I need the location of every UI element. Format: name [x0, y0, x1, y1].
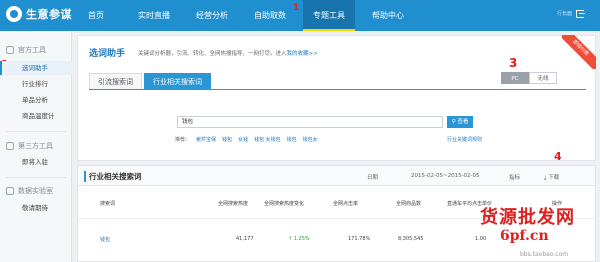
tab-traffic-keywords[interactable]: 引流搜索词: [89, 73, 142, 89]
suggestion-item[interactable]: 钱包女: [303, 137, 318, 143]
paid-soon-badge: 即将付费: [562, 35, 596, 69]
annotation-1: 1: [293, 3, 300, 13]
download-button[interactable]: ⤓ 下载: [544, 173, 559, 182]
related-header: 行业相关搜索词 日期 2015-02-05~2015-02-05 指标 ⤓ 下载: [78, 166, 595, 186]
search-input[interactable]: 钱包: [177, 116, 443, 128]
sidebar-section-data-lab: 数据实验室: [6, 186, 53, 196]
keyword-rules-link[interactable]: 行业关键词规则: [447, 136, 482, 143]
table-cell-heat: 41,177: [236, 236, 254, 242]
table-cell-change: ↑ 1.25%: [288, 236, 310, 242]
suggestion-item[interactable]: 钱包: [222, 137, 232, 143]
download-label: 下载: [548, 175, 560, 181]
table-cell-cpc: 1.00: [475, 236, 487, 242]
logo-text: 生意参谋: [26, 8, 72, 21]
user-name[interactable]: 行长面: [557, 10, 572, 17]
page-description: 关键词分析器，引流、转化、全网热搜指导，一网打尽。进入我的收藏>>: [138, 49, 318, 57]
page-title: 选词助手: [89, 49, 126, 59]
annotation-4: 4: [554, 150, 562, 163]
column-header[interactable]: 全网商品数: [396, 200, 421, 207]
table-cell-ctr: 171.78%: [348, 236, 371, 242]
period-select[interactable]: 日期: [367, 173, 378, 181]
sidebar-section-title: 第三方工具: [18, 142, 53, 150]
tab-underline: [89, 89, 586, 90]
annotation-3: 3: [509, 56, 518, 70]
change-value: 1.25%: [293, 236, 310, 242]
table-cell-term[interactable]: 钱包: [100, 236, 110, 243]
nav-special-tools[interactable]: 专题工具: [303, 0, 355, 31]
device-pc-button[interactable]: PC: [501, 72, 529, 84]
sidebar-section-third-party: 第三方工具: [6, 141, 53, 151]
logo[interactable]: 生意参谋: [6, 6, 72, 22]
nav-help[interactable]: 帮助中心: [363, 0, 413, 31]
sidebar-item-industry-rank[interactable]: 行业排行: [0, 77, 72, 91]
device-mobile-button[interactable]: 无线: [529, 72, 557, 84]
suggestion-item[interactable]: 钱包 女钱包: [254, 137, 281, 143]
shield-icon: [6, 46, 14, 54]
table-cell-products: 8,305,545: [398, 236, 424, 242]
watermark-domain: 6pf.cn: [500, 228, 549, 244]
sidebar-item-product-analysis[interactable]: 单品分析: [0, 93, 72, 107]
sidebar-item-coming-soon[interactable]: 即将入驻: [0, 155, 72, 169]
sidebar-section-official: 官方工具: [6, 45, 46, 55]
nav-self-query[interactable]: 自助取数: [246, 0, 294, 31]
suggest-label: 推荐：: [175, 137, 191, 143]
divider: [6, 131, 66, 132]
column-header[interactable]: 全网搜索热度: [218, 200, 248, 207]
sidebar-item-stay-tuned[interactable]: 敬请期待: [0, 201, 72, 215]
column-header[interactable]: 搜索词: [100, 200, 115, 207]
metric-select[interactable]: 指标: [509, 173, 520, 181]
watermark-text: 货源批发网: [480, 207, 575, 228]
suggestion-item[interactable]: 女钱: [238, 137, 248, 143]
watermark-url: bbs.taobao.com: [520, 251, 569, 258]
logo-icon: [6, 6, 22, 22]
corner-badge: 即将付费: [562, 35, 596, 69]
related-title: 行业相关搜索词: [84, 171, 142, 182]
suggestion-item[interactable]: 钱包: [287, 137, 297, 143]
device-toggle: PC 无线: [501, 72, 557, 84]
puzzle-icon: [6, 142, 14, 150]
sidebar-section-title: 官方工具: [18, 46, 46, 54]
keyword-helper-panel: 选词助手 关键词分析器，引流、转化、全网热搜指导，一网打尽。进入我的收藏>> 引…: [77, 35, 596, 161]
nav-analysis[interactable]: 经营分析: [188, 0, 236, 31]
date-range[interactable]: 2015-02-05~2015-02-05: [411, 173, 480, 179]
sidebar: 官方工具 2 选词助手 行业排行 单品分析 商品温度计 第三方工具 即将入驻 数…: [0, 31, 72, 262]
sidebar-item-product-thermometer[interactable]: 商品温度计: [0, 109, 72, 123]
nav-home[interactable]: 首页: [80, 0, 112, 31]
favorites-link[interactable]: 我的收藏>>: [287, 51, 318, 57]
tab-bar: 引流搜索词 行业相关搜索词: [89, 73, 213, 89]
flask-icon: [6, 187, 14, 195]
suggestions: 推荐： 索芹宝保 钱包 女钱 钱包 女钱包 钱包 钱包女: [175, 136, 318, 143]
tab-industry-keywords[interactable]: 行业相关搜索词: [144, 73, 211, 89]
top-nav: 生意参谋 首页 实时直播 经营分析 自助取数 1 专题工具 帮助中心 行长面: [0, 0, 600, 31]
sidebar-item-keyword-helper[interactable]: 选词助手: [0, 61, 72, 75]
logout-icon[interactable]: [576, 10, 585, 18]
search-button-label: 查看: [457, 119, 469, 125]
suggestion-item[interactable]: 索芹宝保: [196, 137, 216, 143]
search-button[interactable]: ⚲ 查看: [447, 116, 473, 128]
column-header[interactable]: 全网点击率: [333, 200, 358, 207]
nav-live[interactable]: 实时直播: [130, 0, 178, 31]
sidebar-section-title: 数据实验室: [18, 187, 53, 195]
divider: [6, 177, 66, 178]
column-header[interactable]: 全网搜索热度变化: [264, 200, 304, 207]
description-text: 关键词分析器，引流、转化、全网热搜指导，一网打尽。进入: [138, 51, 287, 57]
